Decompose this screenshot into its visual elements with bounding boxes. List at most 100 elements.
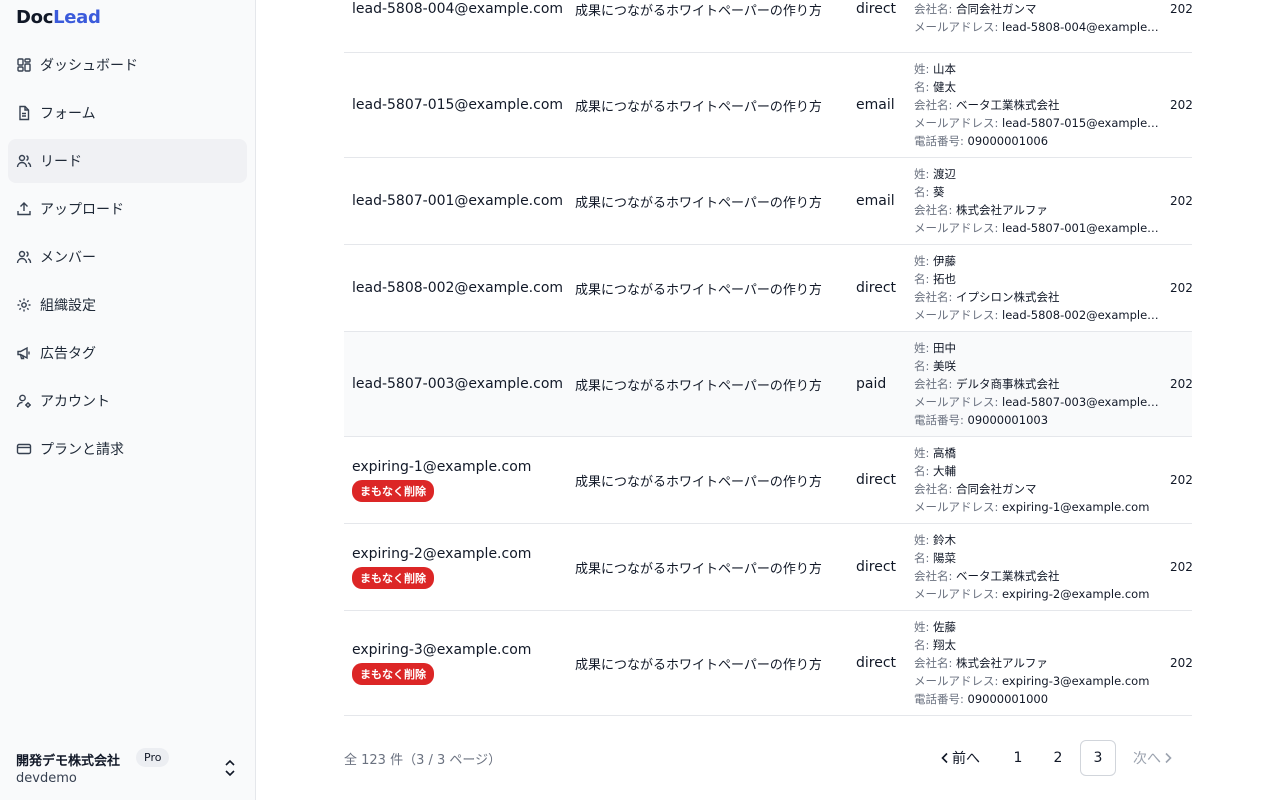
lead-field: メールアドレス: lead-5807-001@example.com — [914, 219, 1159, 237]
lead-date-cell: 2025 — [1170, 473, 1192, 487]
table-row[interactable]: lead-5808-004@example.com 成果につながるホワイトペーパー… — [344, 0, 1192, 53]
lead-email[interactable]: lead-5807-001@example.com — [352, 193, 563, 209]
lead-source-cell: direct — [856, 1, 897, 17]
pagination-page-3-current[interactable]: 3 — [1080, 740, 1116, 776]
lead-field: 姓: 鈴木 — [914, 531, 1159, 549]
sidebar-item-ad-tags[interactable]: 広告タグ — [8, 331, 247, 375]
lead-field-key: メールアドレス: — [914, 500, 999, 514]
lead-field: 姓: 田中 — [914, 339, 1159, 357]
lead-email-cell: lead-5808-002@example.com — [352, 245, 567, 331]
lead-email[interactable]: lead-5807-015@example.com — [352, 97, 563, 113]
lead-form-cell: 成果につながるホワイトペーパーの作り方 — [575, 474, 822, 490]
credit-card-icon — [16, 441, 32, 457]
chevron-up-down-icon[interactable] — [222, 758, 238, 778]
sidebar-item-upload[interactable]: アップロード — [8, 187, 247, 231]
lead-field-value: ベータ工業株式会社 — [956, 569, 1060, 583]
lead-date-cell: 2025 — [1170, 2, 1192, 16]
lead-fields-cell: 名: 結衣会社名: 合同会社ガンマメールアドレス: lead-5808-004@… — [914, 0, 1164, 52]
lead-field-key: メールアドレス: — [914, 221, 999, 235]
pagination-prev-button[interactable]: 前へ — [926, 740, 992, 776]
lead-field-value: 翔太 — [933, 638, 957, 652]
sidebar-item-org-settings[interactable]: 組織設定 — [8, 283, 247, 327]
lead-email[interactable]: expiring-2@example.com — [352, 546, 531, 562]
file-icon — [16, 105, 32, 121]
lead-fields-cell: 姓: 渡辺 名: 葵会社名: 株式会社アルファ メールアドレス: lead-5807… — [914, 158, 1164, 244]
lead-field: 電話番号: 09000001000 — [914, 690, 1159, 708]
dashboard-icon — [16, 57, 32, 73]
lead-date-cell: 2025 — [1170, 377, 1192, 391]
lead-field-key: 名: — [914, 638, 930, 652]
sidebar-nav: ダッシュボード フォーム リード アップロード メンバー 組織設定 広告タグ ア… — [8, 43, 247, 475]
lead-email-cell: expiring-3@example.com まもなく削除 — [352, 611, 567, 715]
sidebar-item-account[interactable]: アカウント — [8, 379, 247, 423]
sidebar: DocLead ダッシュボード フォーム リード アップロード メンバー 組織設… — [0, 0, 256, 800]
logo-part-doc: Doc — [16, 7, 54, 28]
lead-field-value: 田中 — [933, 341, 957, 355]
org-switcher[interactable]: 開発デモ株式会社 Pro devdemo — [16, 748, 240, 790]
lead-field-value: 09000001000 — [967, 692, 1049, 706]
megaphone-icon — [16, 345, 32, 361]
chevron-right-icon — [1165, 752, 1172, 764]
lead-field-key: 姓: — [914, 167, 930, 181]
table-row[interactable]: expiring-1@example.com まもなく削除 成果につながるホワイトペ… — [344, 437, 1192, 524]
lead-field-key: 会社名: — [914, 377, 953, 391]
lead-fields-cell: 姓: 鈴木 名: 陽菜 会社名: ベータ工業株式会社 メールアドレス: expirin… — [914, 524, 1164, 610]
lead-field-value: ベータ工業株式会社 — [956, 98, 1060, 112]
lead-field-key: 姓: — [914, 533, 930, 547]
sidebar-item-label: 広告タグ — [40, 346, 96, 362]
lead-field-value: 合同会社ガンマ — [956, 482, 1037, 496]
table-row[interactable]: expiring-3@example.com まもなく削除 成果につながるホワイトペ… — [344, 611, 1192, 716]
lead-field-value: 拓也 — [933, 272, 957, 286]
lead-date-cell: 2025 — [1170, 560, 1192, 574]
lead-field-value: 山本 — [933, 62, 957, 76]
lead-field: 会社名: 株式会社アルファ — [914, 654, 1159, 672]
lead-field-key: 会社名: — [914, 98, 953, 112]
lead-field-key: 電話番号: — [914, 134, 964, 148]
lead-fields-cell: 姓: 田中 名: 美咲 会社名: デルタ商事株式会社 メールアドレス: lead-58… — [914, 332, 1164, 436]
lead-field-key: 会社名: — [914, 290, 953, 304]
table-row[interactable]: lead-5807-001@example.com 成果につながるホワイトペーパー… — [344, 158, 1192, 245]
lead-email-cell: expiring-1@example.com まもなく削除 — [352, 437, 567, 523]
sidebar-item-leads[interactable]: リード — [8, 139, 247, 183]
lead-field: 会社名: 合同会社ガンマ — [914, 480, 1159, 498]
lead-form-cell: 成果につながるホワイトペーパーの作り方 — [575, 282, 822, 298]
members-icon — [16, 249, 32, 265]
lead-form-cell: 成果につながるホワイトペーパーの作り方 — [575, 561, 822, 577]
chevron-left-icon — [941, 752, 948, 764]
sidebar-item-label: アカウント — [40, 394, 110, 410]
sidebar-item-billing[interactable]: プランと請求 — [8, 427, 247, 471]
table-row[interactable]: lead-5807-003@example.com 成果につながるホワイトペーパー… — [344, 332, 1192, 437]
lead-form-cell: 成果につながるホワイトペーパーの作り方 — [575, 195, 822, 211]
pagination-page-2[interactable]: 2 — [1040, 740, 1076, 776]
table-row[interactable]: lead-5807-015@example.com 成果につながるホワイトペーパー… — [344, 53, 1192, 158]
table-row[interactable]: expiring-2@example.com まもなく削除 成果につながるホワイトペ… — [344, 524, 1192, 611]
lead-date-cell: 2025 — [1170, 194, 1192, 208]
lead-field-value: 合同会社ガンマ — [956, 2, 1037, 16]
sidebar-item-label: フォーム — [40, 106, 96, 122]
sidebar-item-label: アップロード — [40, 202, 124, 218]
sidebar-item-dashboard[interactable]: ダッシュボード — [8, 43, 247, 87]
lead-field-value: 鈴木 — [933, 533, 957, 547]
sidebar-item-forms[interactable]: フォーム — [8, 91, 247, 135]
lead-source-cell: paid — [856, 376, 887, 392]
users-icon — [16, 153, 32, 169]
lead-field-key: メールアドレス: — [914, 587, 999, 601]
lead-source-cell: direct — [856, 559, 897, 575]
lead-email[interactable]: lead-5807-003@example.com — [352, 376, 563, 392]
pagination-page-1[interactable]: 1 — [1000, 740, 1036, 776]
pagination-summary: 全 123 件（3 / 3 ページ） — [344, 753, 502, 768]
sidebar-item-label: プランと請求 — [40, 442, 124, 458]
sidebar-item-members[interactable]: メンバー — [8, 235, 247, 279]
lead-field-key: 姓: — [914, 341, 930, 355]
table-row[interactable]: lead-5808-002@example.com 成果につながるホワイトペーパー… — [344, 245, 1192, 332]
pagination-next-button[interactable]: 次へ — [1124, 740, 1184, 776]
lead-field-value: 大輔 — [933, 464, 957, 478]
lead-email[interactable]: lead-5808-004@example.com — [352, 1, 563, 17]
lead-field: メールアドレス: lead-5808-004@example.com — [914, 18, 1159, 36]
app-logo[interactable]: DocLead — [16, 7, 101, 28]
pagination-prev-label: 前へ — [952, 751, 980, 767]
lead-email[interactable]: lead-5808-002@example.com — [352, 280, 563, 296]
lead-email[interactable]: expiring-1@example.com — [352, 459, 531, 475]
lead-field-value: lead-5808-004@example.com — [1002, 20, 1159, 34]
lead-email[interactable]: expiring-3@example.com — [352, 642, 531, 658]
